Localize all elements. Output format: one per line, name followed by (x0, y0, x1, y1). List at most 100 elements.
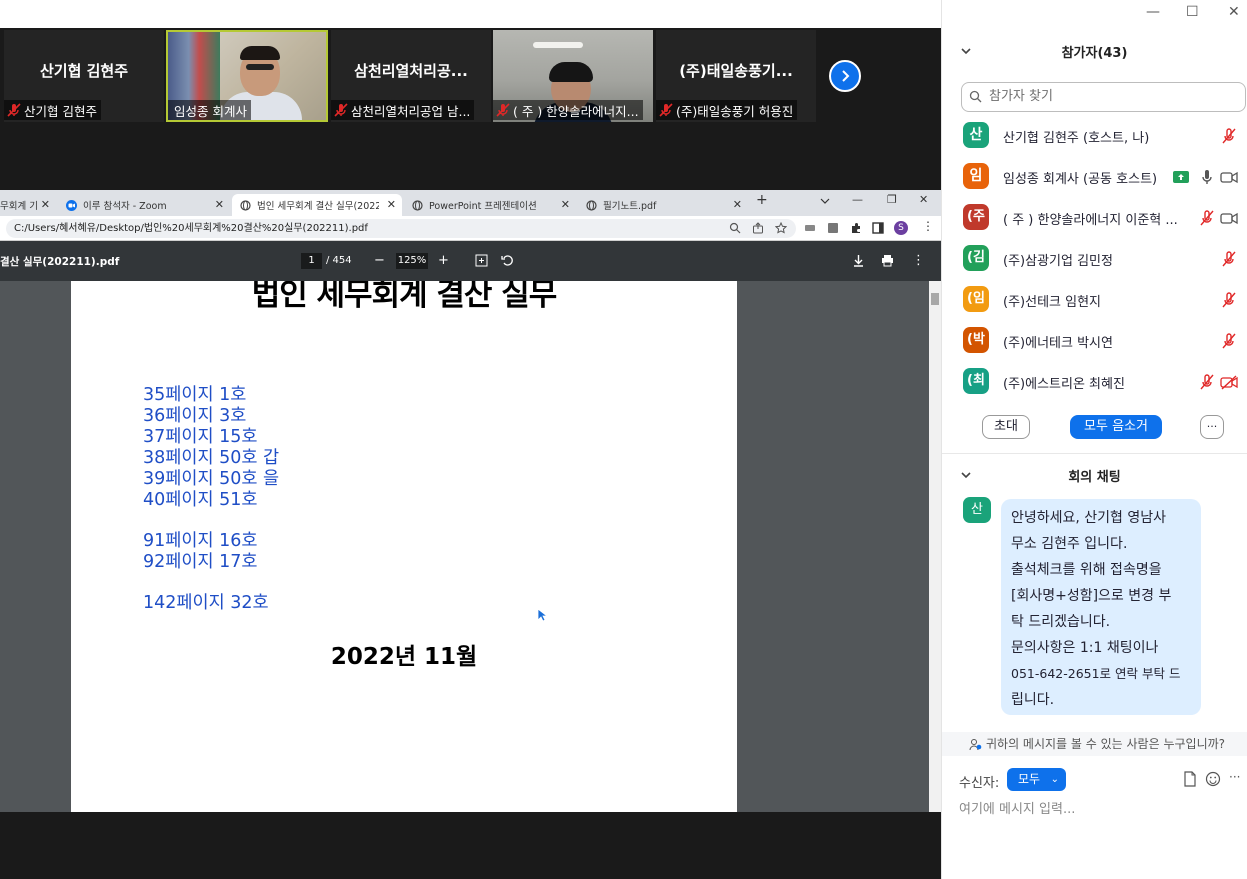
rotate-icon[interactable] (501, 254, 514, 267)
video-camera-icon[interactable] (1220, 209, 1238, 227)
chat-message-bubble[interactable]: 안녕하세요, 산기협 영남사 무소 김현주 입니다. 출석체크를 위해 접속명을… (1001, 499, 1201, 715)
emoji-icon[interactable] (1205, 771, 1221, 787)
bookmark-star-icon[interactable] (775, 222, 787, 234)
participant-row[interactable]: (최 (주)에스트리온 최혜진 (942, 363, 1247, 404)
close-tab-icon[interactable]: ✕ (41, 198, 50, 211)
sidepanel-icon[interactable] (872, 222, 884, 234)
participant-name: (주)에스트리온 최혜진 (1003, 377, 1125, 392)
participant-name: (주)에너테크 박시연 (1003, 336, 1113, 351)
message-visibility-link[interactable]: 귀하의 메시지를 볼 수 있는 사람은 누구입니까? (942, 732, 1247, 756)
chevron-down-icon[interactable] (820, 197, 830, 205)
page-date: 2022년 11월 (330, 644, 478, 670)
minimize-window-icon[interactable]: — (1146, 4, 1160, 20)
participant-row[interactable]: (주 ( 주 ) 한양솔라에너지 이준혁 ... (942, 199, 1247, 240)
page-number-input[interactable]: 1 (301, 253, 322, 269)
close-window-icon[interactable]: ✕ (1228, 4, 1240, 20)
mic-muted-icon[interactable] (1220, 332, 1238, 350)
participant-name: 산기협 김현주 (호스트, 나) (1003, 131, 1150, 146)
pdf-viewer[interactable]: 법인 세무회계 결산 실무 35페이지 1호 36페이지 3호 37페이지 15… (0, 281, 941, 812)
participant-row[interactable]: (박 (주)에너테크 박시연 (942, 322, 1247, 363)
browser-tab[interactable]: 필기노트.pdf ✕ (578, 194, 748, 216)
new-tab-button[interactable]: + (756, 192, 768, 208)
avatar: (박 (963, 327, 989, 353)
mic-icon[interactable] (1198, 168, 1216, 186)
chat-message-input[interactable]: 여기에 메시지 입력... (959, 798, 1075, 817)
next-page-button[interactable] (829, 60, 861, 92)
chevron-right-icon (842, 70, 850, 82)
mic-muted-icon[interactable] (1220, 127, 1238, 145)
close-tab-icon[interactable]: ✕ (387, 198, 396, 211)
close-icon[interactable]: ✕ (919, 193, 928, 206)
tile-label: (주)태일송풍기 허용진 (676, 103, 794, 119)
video-tile[interactable]: ( 주 ) 한양솔라에너지... (493, 30, 653, 122)
minimize-icon[interactable]: — (852, 193, 863, 206)
reference-line: 39페이지 50호 을 (143, 469, 280, 489)
url-field[interactable]: C:/Users/혜서혜유/Desktop/법인%20세무회계%20결산%20실… (6, 219, 796, 238)
mic-muted-icon[interactable] (1220, 250, 1238, 268)
participant-row[interactable]: (임 (주)선테크 임현지 (942, 281, 1247, 322)
scrollbar-thumb[interactable] (931, 293, 939, 305)
zoom-magnifier-icon[interactable] (729, 222, 741, 234)
video-tile[interactable]: (주)태일송풍기... (주)태일송풍기 허용진 (656, 30, 816, 122)
close-tab-icon[interactable]: ✕ (561, 198, 570, 211)
browser-tab[interactable]: PowerPoint 프레젠테이션 ✕ (404, 194, 576, 216)
invite-button[interactable]: 초대 (982, 415, 1030, 439)
video-camera-icon[interactable] (1220, 168, 1238, 186)
side-panel: — ☐ ✕ 참가자(43) 참가자 찾기 산 산기협 김현주 (호스트, 나) … (941, 0, 1247, 879)
participant-row[interactable]: 산 산기협 김현주 (호스트, 나) (942, 117, 1247, 158)
fit-page-icon[interactable] (475, 254, 488, 267)
video-tile[interactable]: 삼천리열처리공... 삼천리열처리공업 남... (331, 30, 491, 122)
globe-icon (240, 199, 251, 211)
tile-label: ( 주 ) 한양솔라에너지... (513, 103, 639, 119)
recipient-label: 수신자: (959, 776, 1000, 791)
browser-tab[interactable]: 무회계 기 ✕ (0, 194, 56, 216)
mute-all-button[interactable]: 모두 음소거 (1070, 415, 1162, 439)
mic-muted-icon (334, 103, 348, 117)
participant-search-input[interactable]: 참가자 찾기 (961, 82, 1246, 112)
zoom-in-icon[interactable]: + (438, 253, 449, 269)
pdf-scrollbar[interactable] (929, 281, 941, 812)
extension-icon[interactable] (827, 222, 839, 234)
browser-tab-active[interactable]: 법인 세무회계 결산 실무(202211 ✕ (232, 194, 402, 216)
download-icon[interactable] (852, 254, 865, 267)
more-menu-icon[interactable]: ⋮ (922, 219, 934, 233)
video-off-icon[interactable] (1220, 373, 1238, 391)
tile-label: 삼천리열처리공업 남... (351, 103, 471, 119)
meeting-bottom-area (0, 812, 941, 879)
more-options-button[interactable]: ··· (1200, 415, 1224, 439)
tab-label: 필기노트.pdf (603, 201, 657, 212)
more-menu-icon[interactable]: ⋮ (912, 253, 925, 269)
page-reference-list: 35페이지 1호 36페이지 3호 37페이지 15호 38페이지 50호 갑 … (143, 385, 279, 614)
participant-row[interactable]: (김 (주)삼광기업 김민정 (942, 240, 1247, 281)
tile-display-name: (주)태일송풍기... (679, 62, 793, 80)
title-bar-left (0, 0, 941, 28)
video-tile-active-speaker[interactable]: 임성종 회계사 (166, 30, 328, 122)
participant-row[interactable]: 임 임성종 회계사 (공동 호스트) (942, 158, 1247, 199)
browser-tab[interactable]: 이루 참석자 - Zoom ✕ (58, 194, 230, 216)
file-icon[interactable] (1182, 771, 1198, 787)
avatar: (최 (963, 368, 989, 394)
close-tab-icon[interactable]: ✕ (733, 198, 742, 211)
print-icon[interactable] (881, 254, 894, 267)
mic-muted-icon[interactable] (1198, 373, 1216, 391)
share-icon[interactable] (752, 222, 764, 234)
zoom-level-input[interactable]: 125% (396, 253, 428, 269)
recipient-dropdown[interactable]: 모두 ⌄ (1007, 768, 1066, 791)
zoom-out-icon[interactable]: − (374, 253, 385, 269)
mic-muted-icon (7, 103, 21, 117)
extension-icon[interactable] (804, 222, 816, 234)
profile-avatar[interactable]: S (894, 221, 908, 235)
zoom-icon (66, 199, 77, 211)
close-tab-icon[interactable]: ✕ (215, 198, 224, 211)
puzzle-icon[interactable] (850, 222, 862, 234)
tile-label: 산기협 김현주 (24, 103, 97, 119)
mic-muted-icon[interactable] (1198, 209, 1216, 227)
more-options-icon[interactable]: ··· (1229, 770, 1245, 786)
restore-icon[interactable]: ❐ (887, 193, 897, 206)
chat-title: 회의 채팅 (1068, 470, 1121, 485)
mic-muted-icon[interactable] (1220, 291, 1238, 309)
page-total: / 454 (326, 255, 352, 266)
video-tile[interactable]: 산기협 김현주 산기협 김현주 (4, 30, 164, 122)
avatar: (주 (963, 204, 989, 230)
maximize-window-icon[interactable]: ☐ (1186, 4, 1199, 20)
